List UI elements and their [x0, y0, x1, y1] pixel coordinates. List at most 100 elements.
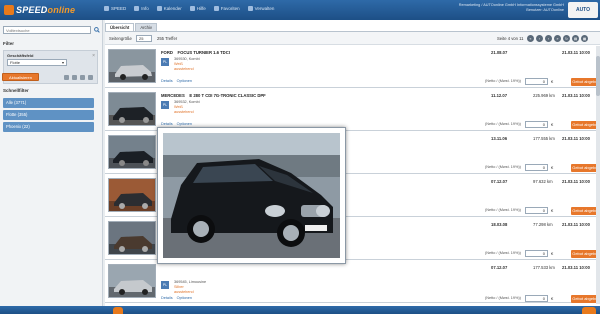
calendar-icon	[156, 6, 162, 11]
registration-date: 07.12.07	[491, 179, 508, 184]
pl-badge: PL	[161, 58, 169, 66]
vehicle-thumbnail[interactable]	[108, 49, 156, 83]
vehicle-color: Weiß	[174, 105, 183, 109]
update-button[interactable]: Aktualisieren	[2, 73, 39, 81]
vehicle-thumbnail[interactable]	[108, 221, 156, 255]
quick-filter-phoenix[interactable]: Phoenix (22)	[3, 122, 94, 132]
hit-count: 255 Treffer	[157, 36, 178, 41]
tab-archive[interactable]: Archiv	[135, 23, 157, 31]
details-link[interactable]: Details	[161, 122, 173, 126]
pager-bar: Seitengröße 25 255 Treffer Seite 4 von 1…	[105, 31, 600, 45]
tax-label: (Netto / (Mwst. 19%))	[485, 296, 521, 300]
filter-tools	[64, 75, 93, 80]
save-icon[interactable]	[72, 75, 77, 80]
logo-icon	[4, 5, 14, 15]
nav-item-info[interactable]: Info	[134, 6, 149, 11]
vehicle-thumbnail[interactable]	[108, 264, 156, 298]
bid-input[interactable]: 0	[525, 295, 548, 302]
first-page-icon[interactable]: «	[527, 35, 534, 42]
vehicle-color: Silber	[174, 285, 184, 289]
vehicle-model: E 280 T CDI 7G-TRONIC CLASSIC DPF	[189, 93, 266, 98]
vehicle-id: 369530, Kombi	[174, 57, 200, 61]
bid-input[interactable]: 0	[525, 78, 548, 85]
vehicle-make: MERCEDES	[161, 93, 185, 98]
nav-item-calendar[interactable]: Kalender	[156, 6, 182, 11]
footer-badge-icon	[582, 307, 596, 314]
vehicle-id: 369545, Limousine	[174, 280, 207, 284]
details-link[interactable]: Details	[161, 79, 173, 83]
close-icon[interactable]: ×	[92, 53, 95, 59]
mileage: 225.969 km	[533, 93, 555, 98]
vehicle-thumbnail[interactable]	[108, 178, 156, 212]
list-icon[interactable]	[88, 75, 93, 80]
currency: €	[551, 296, 554, 301]
nav-item-speed[interactable]: SPEED	[104, 6, 126, 11]
quick-filter-all[interactable]: Alle (3771)	[3, 98, 94, 108]
nav-item-favorites[interactable]: Favoriten	[213, 6, 240, 11]
page-info: Seite 4 von 11	[497, 36, 524, 41]
app-logo[interactable]: SPEEDonline	[4, 3, 75, 17]
auction-end: 21.03.11 10:00	[562, 179, 590, 184]
bid-input[interactable]: 0	[525, 164, 548, 171]
options-link[interactable]: Optionen	[177, 122, 192, 126]
nav-item-help[interactable]: Hilfe	[189, 6, 206, 11]
info-icon	[134, 6, 140, 11]
list-view-icon[interactable]: ▤	[572, 35, 579, 42]
lock-icon[interactable]	[64, 75, 69, 80]
help-icon	[189, 6, 195, 11]
vehicle-thumbnail[interactable]	[108, 92, 156, 126]
filter-select[interactable]: Flotte	[7, 59, 67, 66]
tax-label: (Netto / (Mwst. 19%))	[485, 251, 521, 255]
vehicle-thumbnail[interactable]	[108, 135, 156, 169]
quick-filter-title: Schnellfilter	[3, 88, 29, 93]
bid-input[interactable]: 0	[525, 207, 548, 214]
grid-view-icon[interactable]: ▦	[581, 35, 588, 42]
chevron-down-icon	[62, 62, 64, 64]
pagesize-select[interactable]: 25	[136, 35, 152, 42]
tab-overview[interactable]: Übersicht	[105, 23, 135, 31]
prev-page-icon[interactable]: ‹	[536, 35, 543, 42]
nav-item-manage[interactable]: Verwalten	[247, 6, 274, 11]
auction-end: 21.03.11 10:00	[562, 265, 590, 270]
bid-input[interactable]: 0	[525, 250, 548, 257]
search-icon[interactable]	[93, 26, 100, 34]
registration-date: 13.11.06	[491, 136, 508, 141]
last-page-icon[interactable]: »	[554, 35, 561, 42]
table-row[interactable]: PL 369545, Limousine Silber ausstehend D…	[105, 261, 600, 303]
star-icon	[213, 6, 219, 11]
row-links: Details Optionen	[161, 79, 192, 83]
delete-icon[interactable]	[80, 75, 85, 80]
vehicle-make: FORD	[161, 50, 173, 55]
logo-prefix: SPEED	[16, 5, 48, 15]
table-row[interactable]: FORD FOCUS TURNIER 1.6 TDCI PL 369530, K…	[105, 46, 600, 88]
pl-badge: PL	[161, 101, 169, 109]
options-link[interactable]: Optionen	[177, 79, 192, 83]
search-row	[3, 26, 100, 34]
vehicle-photo	[163, 133, 340, 258]
scrollbar-thumb[interactable]	[596, 56, 600, 96]
refresh-icon[interactable]: ↻	[563, 35, 570, 42]
details-link[interactable]: Details	[161, 296, 173, 300]
bid-input[interactable]: 0	[525, 121, 548, 128]
brand-badge[interactable]: AUTO	[568, 2, 598, 18]
tabs: Übersicht Archiv	[105, 23, 157, 31]
tax-label: (Netto / (Mwst. 19%))	[485, 79, 521, 83]
registration-date: 11.12.07	[491, 93, 508, 98]
mileage: 177.555 km	[533, 136, 555, 141]
search-input[interactable]	[3, 26, 91, 34]
options-link[interactable]: Optionen	[177, 296, 192, 300]
footer-bar	[0, 306, 600, 314]
photo-preview[interactable]	[157, 127, 346, 264]
auction-end: 21.03.11 10:00	[562, 93, 590, 98]
mileage: 77.298 km	[533, 222, 553, 227]
scrollbar[interactable]	[596, 46, 600, 304]
tax-label: (Netto / (Mwst. 19%))	[485, 122, 521, 126]
currency: €	[551, 251, 554, 256]
table-row[interactable]: MERCEDES E 280 T CDI 7G-TRONIC CLASSIC D…	[105, 89, 600, 131]
row-links: Details Optionen	[161, 122, 192, 126]
next-page-icon[interactable]: ›	[545, 35, 552, 42]
currency: €	[551, 79, 554, 84]
vehicle-status: ausstehend	[174, 290, 194, 294]
currency: €	[551, 208, 554, 213]
quick-filter-fleet[interactable]: Flotte (355)	[3, 110, 94, 120]
